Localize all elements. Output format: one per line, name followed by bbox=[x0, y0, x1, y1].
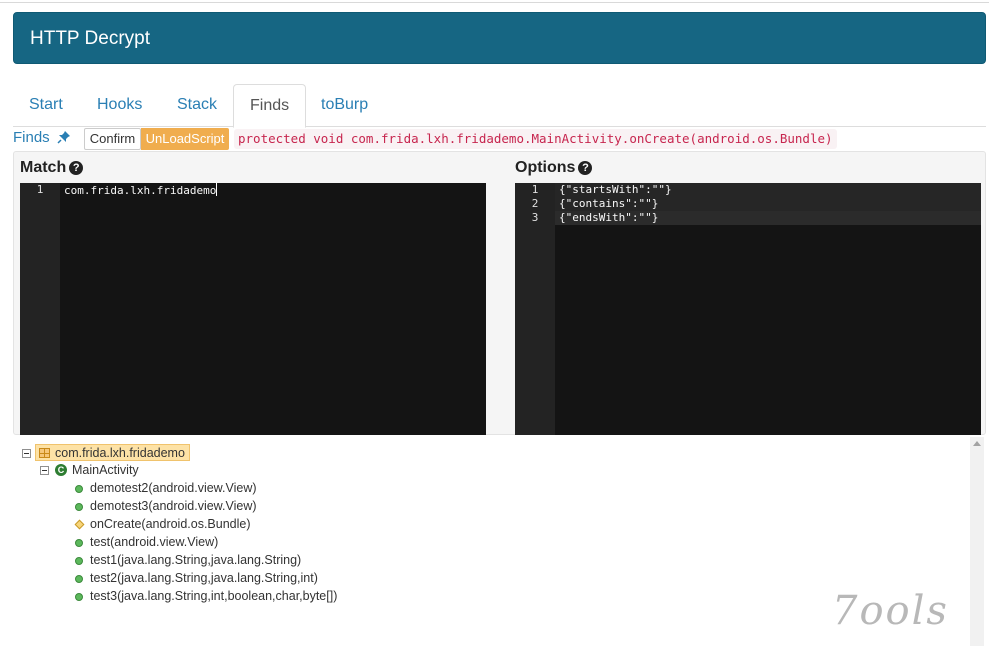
tree-scrollbar[interactable] bbox=[970, 437, 984, 646]
tree-class-node[interactable]: MainActivity bbox=[72, 462, 139, 479]
public-method-icon bbox=[75, 485, 83, 493]
tab-toburp[interactable]: toBurp bbox=[305, 84, 384, 127]
public-method-icon bbox=[75, 557, 83, 565]
collapse-toggle-icon[interactable] bbox=[40, 466, 49, 475]
options-title-label: Options bbox=[515, 159, 576, 176]
line-number: 2 bbox=[531, 197, 539, 210]
public-method-icon bbox=[75, 593, 83, 601]
line-number: 1 bbox=[36, 183, 44, 196]
selected-method-signature: protected void com.frida.lxh.fridademo.M… bbox=[234, 129, 837, 149]
finds-panel: Match? 1 com.frida.lxh.fridademo Options… bbox=[13, 151, 986, 435]
pin-icon[interactable] bbox=[57, 130, 71, 144]
match-gutter bbox=[20, 183, 60, 435]
collapse-toggle-icon[interactable] bbox=[22, 449, 31, 458]
package-icon bbox=[39, 448, 50, 458]
protected-method-icon bbox=[74, 519, 85, 530]
code-line-text: com.frida.lxh.fridademo bbox=[64, 184, 217, 197]
code-line[interactable]: {"startsWith":""} bbox=[557, 183, 672, 197]
unload-script-button[interactable]: UnLoadScript bbox=[141, 128, 229, 150]
code-line[interactable]: {"endsWith":""} bbox=[557, 211, 658, 225]
tree-method-node[interactable]: onCreate(android.os.Bundle) bbox=[90, 516, 251, 533]
finds-label: Finds bbox=[13, 129, 50, 146]
finds-toolbar: Finds Confirm UnLoadScript protected voi… bbox=[13, 128, 986, 150]
watermark-logo: 7ools bbox=[832, 588, 949, 634]
tab-stack[interactable]: Stack bbox=[161, 84, 233, 127]
package-label: com.frida.lxh.fridademo bbox=[55, 446, 185, 460]
tree-method-node[interactable]: test(android.view.View) bbox=[90, 534, 218, 551]
tree-package-node[interactable]: com.frida.lxh.fridademo bbox=[35, 444, 190, 461]
tab-bar: Start Hooks Stack Finds toBurp bbox=[13, 84, 986, 128]
class-icon: C bbox=[55, 464, 67, 476]
tab-start[interactable]: Start bbox=[13, 84, 79, 127]
confirm-button[interactable]: Confirm bbox=[84, 128, 141, 150]
tab-hooks[interactable]: Hooks bbox=[81, 84, 158, 127]
public-method-icon bbox=[75, 539, 83, 547]
app-title: HTTP Decrypt bbox=[30, 28, 151, 49]
app-header: HTTP Decrypt bbox=[13, 12, 986, 64]
tree-method-node[interactable]: demotest3(android.view.View) bbox=[90, 498, 257, 515]
tree-method-node[interactable]: demotest2(android.view.View) bbox=[90, 480, 257, 497]
question-circle-icon[interactable]: ? bbox=[69, 161, 84, 175]
scroll-up-arrow-icon[interactable] bbox=[973, 441, 981, 446]
code-line[interactable]: com.frida.lxh.fridademo bbox=[62, 183, 218, 197]
text-cursor bbox=[216, 183, 218, 196]
public-method-icon bbox=[75, 575, 83, 583]
top-divider bbox=[0, 0, 989, 3]
tree-method-node[interactable]: test3(java.lang.String,int,boolean,char,… bbox=[90, 588, 337, 605]
tree-method-node[interactable]: test2(java.lang.String,java.lang.String,… bbox=[90, 570, 318, 587]
line-number: 3 bbox=[531, 211, 539, 224]
line-number: 1 bbox=[531, 183, 539, 196]
match-editor[interactable]: 1 com.frida.lxh.fridademo bbox=[20, 183, 486, 435]
match-title-label: Match bbox=[20, 159, 67, 176]
tab-finds[interactable]: Finds bbox=[233, 84, 307, 128]
options-editor[interactable]: 1 2 3 {"startsWith":""} {"contains":""} … bbox=[515, 183, 981, 435]
match-title: Match? bbox=[20, 159, 84, 177]
public-method-icon bbox=[75, 503, 83, 511]
question-circle-icon[interactable]: ? bbox=[578, 161, 593, 175]
tree-method-node[interactable]: test1(java.lang.String,java.lang.String) bbox=[90, 552, 301, 569]
options-title: Options? bbox=[515, 159, 593, 177]
code-line[interactable]: {"contains":""} bbox=[557, 197, 658, 211]
